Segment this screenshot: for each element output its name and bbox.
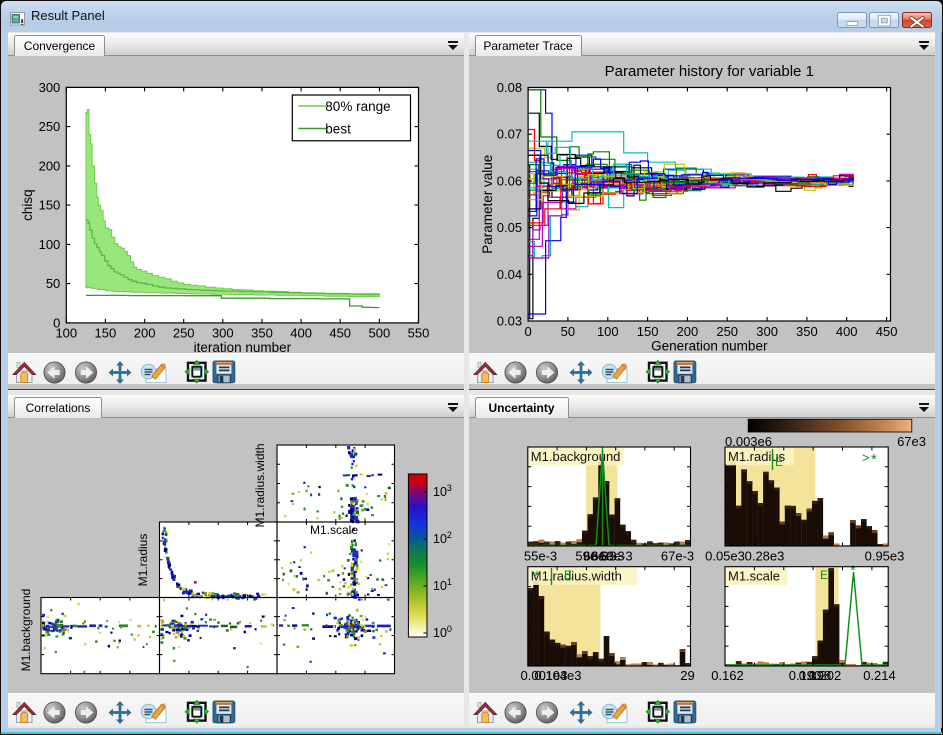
svg-text:iteration number: iteration number: [194, 340, 292, 352]
svg-text:Generation number: Generation number: [651, 339, 768, 353]
svg-text:*: *: [871, 451, 877, 468]
svg-text:300: 300: [212, 325, 234, 340]
svg-text:0.08: 0.08: [496, 80, 521, 95]
svg-text:E: E: [820, 568, 828, 582]
svg-text:*: *: [850, 562, 856, 579]
svg-text:Parameter history for variable: Parameter history for variable 1: [604, 63, 813, 80]
svg-text:0.05: 0.05: [496, 220, 521, 235]
svg-text:M1.background: M1.background: [19, 589, 33, 672]
svg-text:chisq: chisq: [20, 189, 35, 221]
svg-text:M1.radius.width: M1.radius.width: [253, 443, 267, 527]
svg-text:101: 101: [433, 577, 452, 593]
svg-text:67e-3: 67e-3: [660, 549, 693, 564]
svg-text:M1.radius.width: M1.radius.width: [530, 569, 621, 584]
svg-text:150: 150: [636, 324, 658, 339]
svg-text:>: >: [862, 450, 870, 465]
svg-text:100: 100: [433, 624, 452, 640]
svg-text:0.07: 0.07: [496, 127, 521, 142]
svg-text:200: 200: [39, 158, 61, 173]
svg-text:0.162: 0.162: [711, 668, 744, 683]
svg-text:M1.radius: M1.radius: [136, 534, 150, 587]
svg-text:0.202: 0.202: [808, 668, 841, 683]
svg-text:200: 200: [134, 325, 156, 340]
svg-text:103: 103: [433, 483, 452, 499]
svg-text:0.05e3: 0.05e3: [705, 549, 745, 564]
svg-text:100: 100: [596, 324, 618, 339]
svg-text:150: 150: [95, 325, 117, 340]
svg-text:M1.scale: M1.scale: [728, 569, 780, 584]
svg-text:29: 29: [680, 668, 694, 683]
svg-text:0.28e3: 0.28e3: [744, 549, 784, 564]
svg-text:0.03: 0.03: [496, 314, 521, 329]
svg-text:0: 0: [524, 324, 531, 339]
svg-text:102: 102: [433, 530, 452, 546]
svg-text:250: 250: [173, 325, 195, 340]
svg-text:300: 300: [39, 80, 61, 95]
svg-text:80% range: 80% range: [325, 99, 390, 114]
svg-text:0.06: 0.06: [496, 173, 521, 188]
svg-text:450: 450: [329, 325, 351, 340]
svg-text:500: 500: [369, 325, 391, 340]
svg-text:0.214: 0.214: [863, 668, 896, 683]
svg-text:0.104e3: 0.104e3: [534, 668, 581, 683]
svg-text:0.95e3: 0.95e3: [864, 549, 904, 564]
svg-text:400: 400: [290, 325, 312, 340]
svg-text:0.04: 0.04: [496, 267, 521, 282]
svg-text:best: best: [325, 122, 351, 137]
svg-text:200: 200: [676, 324, 698, 339]
svg-text:350: 350: [796, 324, 818, 339]
svg-text:450: 450: [875, 324, 897, 339]
svg-text:250: 250: [39, 119, 61, 134]
svg-text:300: 300: [756, 324, 778, 339]
svg-text:M1.background: M1.background: [530, 449, 620, 464]
svg-text:E: E: [564, 568, 572, 582]
svg-text:50: 50: [560, 324, 574, 339]
svg-text:M1.scale: M1.scale: [310, 523, 358, 537]
svg-text:100: 100: [39, 237, 61, 252]
svg-text:*: *: [534, 568, 540, 585]
svg-text:63e-3: 63e-3: [599, 549, 632, 564]
svg-text:400: 400: [835, 324, 857, 339]
svg-text:50: 50: [46, 276, 60, 291]
svg-text:E: E: [775, 455, 783, 469]
svg-text:67e3: 67e3: [897, 434, 926, 449]
svg-text:55e-3: 55e-3: [523, 549, 556, 564]
svg-text:250: 250: [716, 324, 738, 339]
svg-text:150: 150: [39, 198, 61, 213]
svg-text:350: 350: [251, 325, 273, 340]
svg-text:Parameter value: Parameter value: [480, 155, 495, 254]
svg-text:0: 0: [53, 315, 60, 330]
svg-text:550: 550: [408, 325, 430, 340]
